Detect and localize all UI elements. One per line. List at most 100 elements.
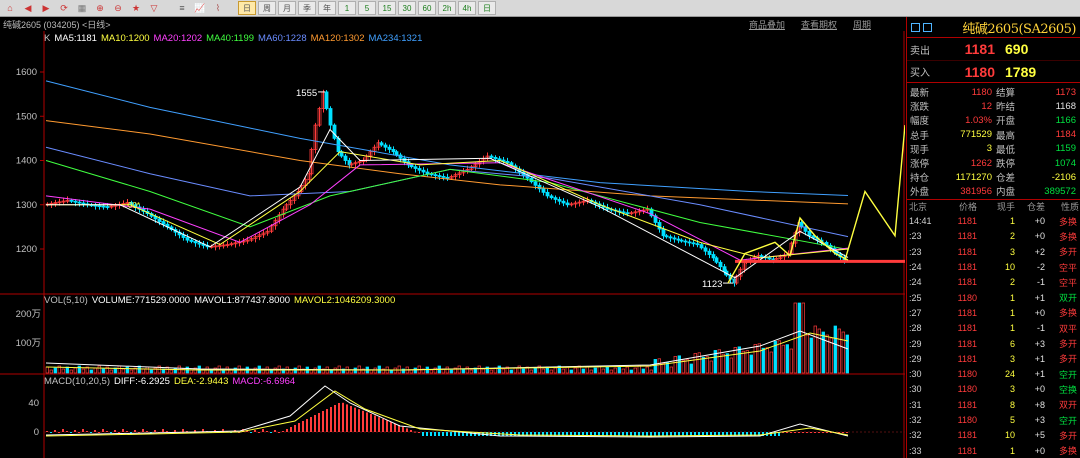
period-link[interactable]: 周期 bbox=[853, 18, 871, 31]
tick-row[interactable]: :24 1181 2 -1 空平 bbox=[907, 275, 1080, 290]
period-button[interactable]: 周 bbox=[258, 1, 276, 15]
period-button[interactable]: 30 bbox=[398, 1, 416, 15]
refresh-icon[interactable]: ⟳ bbox=[56, 1, 72, 15]
macd-bar bbox=[386, 420, 388, 432]
stat-v2: 389572 bbox=[1044, 185, 1076, 197]
tick-row[interactable]: :28 1181 1 -1 双平 bbox=[907, 321, 1080, 336]
candle-body bbox=[197, 242, 202, 245]
back-icon[interactable]: ◀ bbox=[20, 1, 36, 15]
vol-label: VOL(5,10) bbox=[44, 295, 88, 306]
volume-bar bbox=[677, 355, 681, 374]
period-button[interactable]: 月 bbox=[278, 1, 296, 15]
period-button[interactable]: 季 bbox=[298, 1, 316, 15]
tick-row[interactable]: :23 1181 3 +2 多开 bbox=[907, 244, 1080, 259]
indicator-icon[interactable]: ⌇ bbox=[210, 1, 226, 15]
period-button[interactable]: 2h bbox=[438, 1, 456, 15]
volume-bar bbox=[621, 368, 625, 374]
tick-row[interactable]: :29 1181 6 +3 多开 bbox=[907, 336, 1080, 351]
volume-bar bbox=[429, 369, 433, 374]
chart-icon[interactable]: 📈 bbox=[192, 1, 208, 15]
macd-bar bbox=[94, 430, 96, 432]
macd-bar bbox=[514, 432, 516, 436]
macd-bar bbox=[654, 432, 656, 436]
volume-bar bbox=[581, 368, 585, 374]
panel-header: 纯碱2605(SA2605) bbox=[907, 17, 1080, 37]
stat-v1: 1180 bbox=[971, 86, 992, 98]
volume-bar bbox=[693, 353, 697, 374]
tick-row[interactable]: :32 1181 10 +5 多开 bbox=[907, 428, 1080, 443]
tick-p: 1181 bbox=[957, 246, 977, 257]
stat-l2: 昨结 bbox=[996, 102, 1016, 114]
tick-c: +2 bbox=[1034, 246, 1045, 257]
macd-bar bbox=[298, 423, 300, 432]
period-button[interactable]: 1 bbox=[338, 1, 356, 15]
tick-t: :24 bbox=[909, 262, 922, 273]
period-button[interactable]: 15 bbox=[378, 1, 396, 15]
stat-l1: 持仓 bbox=[910, 173, 930, 185]
period-button[interactable]: 4h bbox=[458, 1, 476, 15]
tick-row[interactable]: :30 1180 3 +0 空换 bbox=[907, 382, 1080, 397]
tick-row[interactable]: :31 1181 8 +8 双开 bbox=[907, 397, 1080, 412]
candle-body bbox=[687, 241, 692, 244]
list-icon[interactable]: ≡ bbox=[174, 1, 190, 15]
period-button[interactable]: 年 bbox=[318, 1, 336, 15]
tick-row[interactable]: 14:41 1181 1 +0 多换 bbox=[907, 214, 1080, 229]
star-icon[interactable]: ★ bbox=[128, 1, 144, 15]
ask-label: 卖出 bbox=[910, 45, 930, 57]
forward-icon[interactable]: ▶ bbox=[38, 1, 54, 15]
volume-bar bbox=[745, 350, 749, 374]
macd-tick-label: 40 bbox=[28, 398, 39, 409]
volume-bar bbox=[737, 346, 741, 374]
macd-bar bbox=[426, 432, 428, 436]
low-annotation: 1123 bbox=[702, 279, 722, 290]
view-options-link[interactable]: 查看期权 bbox=[801, 18, 837, 31]
maximize-icon[interactable] bbox=[923, 22, 932, 32]
tick-c: +0 bbox=[1034, 231, 1045, 242]
period-button[interactable]: 60 bbox=[418, 1, 436, 15]
tick-list[interactable]: 北京 价格 现手 仓差 性质 14:41 1181 1 +0 多换:23 1181 2 +0 多换:23… bbox=[907, 198, 1080, 458]
volume-bar bbox=[445, 366, 449, 374]
home-icon[interactable]: ⌂ bbox=[2, 1, 18, 15]
tick-p: 1181 bbox=[957, 216, 977, 227]
stat-v1: 12 bbox=[981, 100, 992, 112]
candle-body bbox=[707, 250, 712, 255]
kline-chart[interactable]: 1600 1500 1400 1300 1200 200万 100万 40 0 1555 1123 0… bbox=[0, 31, 905, 458]
tick-row[interactable]: :27 1181 1 +0 多换 bbox=[907, 305, 1080, 320]
tick-row[interactable]: :33 1181 1 +0 多换 bbox=[907, 443, 1080, 458]
tick-row[interactable]: :24 1181 10 -2 空平 bbox=[907, 259, 1080, 274]
restore-icon[interactable] bbox=[911, 22, 920, 32]
stat-v2: 1168 bbox=[1055, 100, 1076, 112]
tick-row[interactable]: :32 1180 5 +3 空开 bbox=[907, 412, 1080, 427]
volume-bar bbox=[797, 302, 801, 374]
candle-body bbox=[383, 144, 388, 148]
filter-icon[interactable]: ▽ bbox=[146, 1, 162, 15]
ma60-label: MA60:1228 bbox=[258, 33, 307, 44]
candle-body bbox=[157, 218, 162, 222]
tick-c: -2 bbox=[1036, 262, 1045, 273]
tick-row[interactable]: :23 1181 2 +0 多换 bbox=[907, 229, 1080, 244]
zoom-in-icon[interactable]: ⊕ bbox=[92, 1, 108, 15]
kline-chart-area[interactable]: 1600 1500 1400 1300 1200 200万 100万 40 0 1555 1123 0… bbox=[0, 31, 905, 458]
period-button[interactable]: 日 bbox=[238, 1, 256, 15]
commodity-overlay-link[interactable]: 商品叠加 bbox=[749, 18, 785, 31]
stat-l2: 开盘 bbox=[996, 116, 1016, 128]
macd-bar bbox=[846, 432, 848, 433]
tick-row[interactable]: :30 1180 24 +1 空开 bbox=[907, 366, 1080, 381]
period-button[interactable]: 5 bbox=[358, 1, 376, 15]
candle-body bbox=[73, 200, 78, 203]
tick-row[interactable]: :25 1180 1 +1 双开 bbox=[907, 290, 1080, 305]
macd-label: MACD(10,20,5) bbox=[44, 376, 110, 387]
zoom-out-icon[interactable]: ⊖ bbox=[110, 1, 126, 15]
period-button[interactable]: 日 bbox=[478, 1, 496, 15]
tick-chart-icon[interactable]: ▦ bbox=[74, 1, 90, 15]
volume-bar bbox=[709, 360, 713, 374]
candle-body bbox=[767, 257, 772, 260]
price-tick-label: 1300 bbox=[16, 200, 37, 211]
candle-body bbox=[409, 164, 414, 168]
volume-bar bbox=[749, 354, 753, 374]
tick-row[interactable]: :29 1181 3 +1 多开 bbox=[907, 351, 1080, 366]
volume-bar bbox=[465, 366, 469, 374]
macd-bar bbox=[278, 432, 280, 433]
tick-p: 1181 bbox=[957, 262, 977, 273]
volume-bar bbox=[669, 366, 673, 374]
